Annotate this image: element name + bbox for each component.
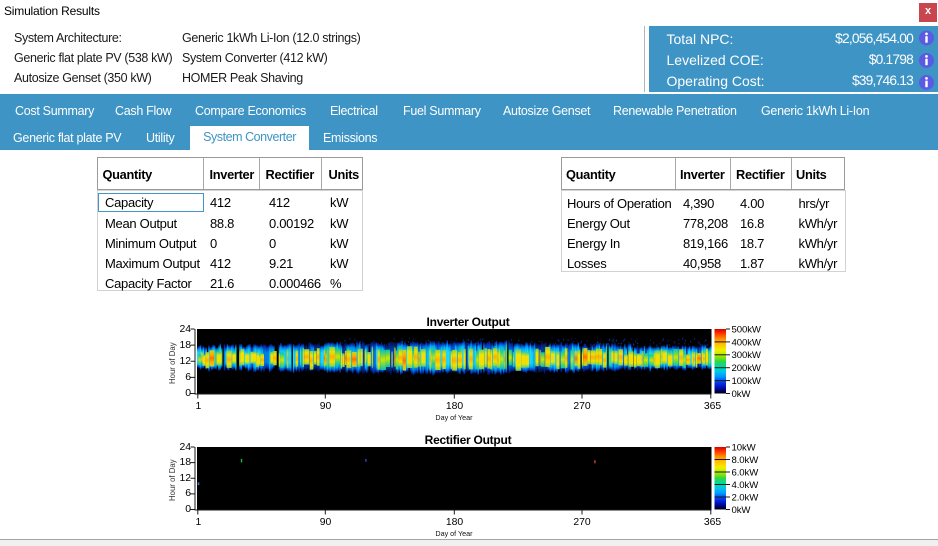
svg-text:500kW: 500kW (732, 324, 762, 335)
svg-text:4.0kW: 4.0kW (732, 480, 760, 491)
svg-text:400kW: 400kW (732, 337, 762, 348)
svg-text:8.0kW: 8.0kW (732, 455, 760, 466)
svg-text:2.0kW: 2.0kW (732, 492, 760, 503)
svg-text:0kW: 0kW (732, 505, 752, 516)
svg-text:6.0kW: 6.0kW (732, 467, 760, 478)
svg-text:10kW: 10kW (732, 442, 757, 453)
svg-text:200kW: 200kW (732, 363, 762, 374)
svg-text:300kW: 300kW (732, 350, 762, 361)
svg-text:0kW: 0kW (732, 389, 752, 400)
svg-text:100kW: 100kW (732, 376, 762, 387)
